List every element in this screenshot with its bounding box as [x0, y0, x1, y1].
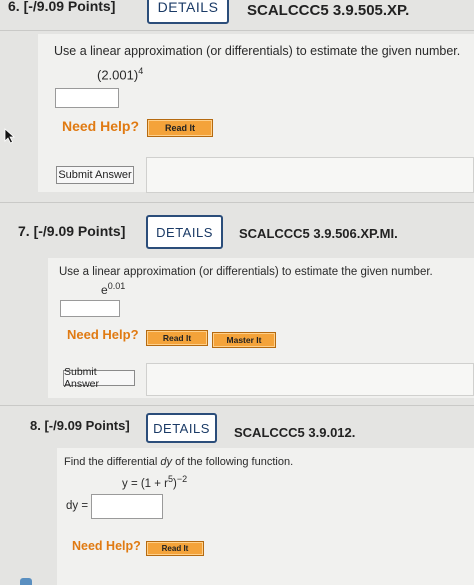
question-code-q8: SCALCCC5 3.9.012. — [234, 425, 356, 440]
need-help-label-q8: Need Help? — [72, 539, 141, 553]
function-q8: y = (1 + r5)−2 — [122, 474, 187, 490]
question-7-header: 7. [-/9.09 Points] — [18, 223, 126, 239]
prompt-text: Find the differential — [64, 456, 161, 468]
expression-exponent: 0.01 — [107, 281, 126, 291]
expression-q6: (2.001)4 — [97, 66, 143, 82]
function-exponent: −2 — [176, 474, 188, 484]
master-it-button-q7[interactable]: Master It — [212, 332, 276, 348]
read-it-button-q7[interactable]: Read It — [146, 330, 208, 346]
answer-input-q6[interactable] — [55, 88, 119, 108]
answer-input-q7[interactable] — [60, 300, 120, 317]
need-help-label-q7: Need Help? — [67, 327, 139, 342]
prompt-q6: Use a linear approximation (or different… — [54, 44, 461, 58]
details-button-q7[interactable]: DETAILS — [146, 215, 223, 249]
feedback-area-q7 — [146, 363, 474, 396]
divider — [0, 202, 474, 203]
answer-input-q8[interactable] — [91, 494, 163, 519]
question-code-q7: SCALCCC5 3.9.506.XP.MI. — [239, 226, 398, 241]
partial-icon — [20, 578, 32, 585]
prompt-variable: dy — [160, 456, 173, 468]
submit-answer-button-q7[interactable]: Submit Answer — [63, 366, 135, 390]
expression-q7: e0.01 — [101, 281, 125, 297]
need-help-label-q6: Need Help? — [62, 118, 140, 134]
question-8-header: 8. [-/9.09 Points] — [30, 418, 130, 433]
question-6-header: 6. [-/9.09 Points] — [8, 0, 116, 14]
function-part: y = (1 + r — [122, 477, 169, 490]
prompt-q8: Find the differential dy of the followin… — [64, 456, 293, 468]
read-it-button-q8[interactable]: Read It — [146, 541, 204, 556]
answer-label-q8: dy = — [66, 500, 89, 512]
expression-base: e — [101, 283, 108, 297]
prompt-q7: Use a linear approximation (or different… — [59, 266, 433, 278]
submit-answer-button-q6[interactable]: Submit Answer — [56, 166, 134, 184]
expression-base: (2.001) — [97, 67, 139, 83]
details-button-q8[interactable]: DETAILS — [146, 413, 217, 443]
question-code-q6: SCALCCC5 3.9.505.XP. — [247, 2, 410, 19]
divider — [0, 30, 474, 31]
details-button-q6[interactable]: DETAILS — [147, 0, 229, 24]
read-it-button-q6[interactable]: Read It — [147, 119, 213, 137]
mouse-pointer-icon — [4, 128, 16, 144]
prompt-text: of the following function. — [172, 456, 294, 468]
expression-exponent: 4 — [138, 66, 144, 76]
divider — [0, 405, 474, 406]
feedback-area-q6 — [146, 157, 474, 193]
